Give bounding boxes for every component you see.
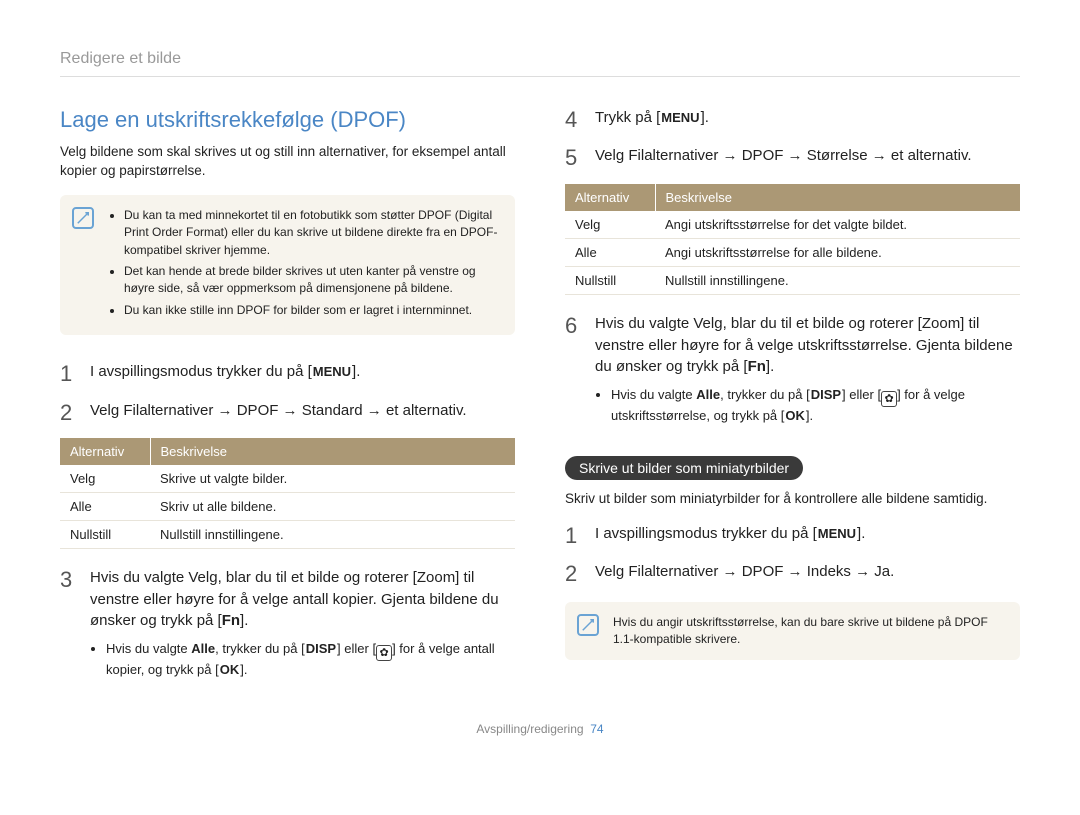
menu-badge: MENU — [312, 363, 352, 382]
step-5: 5 Velg Filalternativer → DPOF → Størrels… — [565, 145, 1020, 171]
note-item: Det kan hende at brede bilder skrives ut… — [124, 263, 501, 298]
table-row: NullstillNullstill innstillingene. — [60, 520, 515, 548]
step-text: ]. — [857, 525, 865, 542]
step-text: Velg Filalternativer → DPOF → Standard →… — [90, 400, 515, 426]
disp-badge: DISP — [810, 386, 842, 405]
sub-item: Hvis du valgte Alle, trykker du på [DISP… — [611, 386, 1020, 426]
sub-item: Hvis du valgte Alle, trykker du på [DISP… — [106, 640, 515, 680]
step-text: Hvis du valgte Velg, blar du til et bild… — [90, 569, 499, 630]
disp-badge: DISP — [305, 640, 337, 659]
footer-page: 74 — [590, 722, 603, 736]
right-column: 4 Trykk på [MENU]. 5 Velg Filalternative… — [565, 107, 1020, 696]
step-3: 3 Hvis du valgte Velg, blar du til et bi… — [60, 567, 515, 684]
menu-badge: MENU — [660, 109, 700, 128]
step-number: 3 — [60, 567, 80, 684]
step-text: Hvis du valgte Velg, blar du til et bild… — [595, 315, 1013, 376]
page-title: Lage en utskriftsrekkefølge (DPOF) — [60, 107, 515, 133]
info-note-2: Hvis du angir utskriftsstørrelse, kan du… — [565, 602, 1020, 661]
step-text: ]. — [240, 612, 248, 629]
options-table-size: Alternativ Beskrivelse VelgAngi utskrift… — [565, 184, 1020, 295]
menu-badge: MENU — [817, 525, 857, 544]
step-text: Velg Filalternativer → DPOF → Størrelse … — [595, 145, 1020, 171]
intro-text: Velg bildene som skal skrives ut og stil… — [60, 143, 515, 181]
mini-step-2: 2 Velg Filalternativer → DPOF → Indeks →… — [565, 561, 1020, 587]
macro-icon: ✿ — [376, 645, 392, 661]
table-row: AlleAngi utskriftsstørrelse for alle bil… — [565, 238, 1020, 266]
step-6: 6 Hvis du valgte Velg, blar du til et bi… — [565, 313, 1020, 430]
step-text: Trykk på [ — [595, 109, 660, 126]
table-row: VelgAngi utskriftsstørrelse for det valg… — [565, 211, 1020, 239]
content-columns: Lage en utskriftsrekkefølge (DPOF) Velg … — [60, 107, 1020, 696]
ok-badge: OK — [219, 661, 241, 680]
step-text: Velg Filalternativer → DPOF → Indeks → J… — [595, 561, 1020, 587]
pill-desc: Skriv ut bilder som miniatyrbilder for å… — [565, 490, 1020, 509]
table-row: VelgSkrive ut valgte bilder. — [60, 465, 515, 493]
left-column: Lage en utskriftsrekkefølge (DPOF) Velg … — [60, 107, 515, 696]
table-row: NullstillNullstill innstillingene. — [565, 266, 1020, 294]
table-row: AlleSkriv ut alle bildene. — [60, 492, 515, 520]
step-text: I avspillingsmodus trykker du på [ — [595, 525, 817, 542]
step-number: 2 — [565, 561, 585, 587]
step-text: ]. — [352, 363, 360, 380]
step-number: 1 — [565, 523, 585, 549]
breadcrumb: Redigere et bilde — [60, 50, 1020, 77]
th-beskrivelse: Beskrivelse — [150, 438, 515, 465]
fn-badge: Fn — [222, 612, 240, 629]
step-1: 1 I avspillingsmodus trykker du på [MENU… — [60, 361, 515, 387]
step-number: 2 — [60, 400, 80, 426]
macro-icon: ✿ — [881, 391, 897, 407]
step-text: ]. — [766, 358, 774, 375]
th-beskrivelse: Beskrivelse — [655, 184, 1020, 211]
page-footer: Avspilling/redigering 74 — [60, 722, 1020, 736]
note-item: Du kan ta med minnekortet til en fotobut… — [124, 207, 501, 259]
step-number: 1 — [60, 361, 80, 387]
step-number: 6 — [565, 313, 585, 430]
options-table-standard: Alternativ Beskrivelse VelgSkrive ut val… — [60, 438, 515, 549]
note-icon — [577, 614, 599, 636]
note-icon — [72, 207, 94, 229]
mini-step-1: 1 I avspillingsmodus trykker du på [MENU… — [565, 523, 1020, 549]
th-alternativ: Alternativ — [565, 184, 655, 211]
note-text: Hvis du angir utskriftsstørrelse, kan du… — [613, 615, 988, 646]
step-4: 4 Trykk på [MENU]. — [565, 107, 1020, 133]
fn-badge: Fn — [748, 358, 766, 375]
step-2: 2 Velg Filalternativer → DPOF → Standard… — [60, 400, 515, 426]
subsection-pill: Skrive ut bilder som miniatyrbilder — [565, 456, 803, 480]
step-number: 5 — [565, 145, 585, 171]
step-text: ]. — [701, 109, 709, 126]
note-item: Du kan ikke stille inn DPOF for bilder s… — [124, 302, 501, 319]
step-text: I avspillingsmodus trykker du på [ — [90, 363, 312, 380]
th-alternativ: Alternativ — [60, 438, 150, 465]
step-number: 4 — [565, 107, 585, 133]
info-note: Du kan ta med minnekortet til en fotobut… — [60, 195, 515, 335]
footer-section: Avspilling/redigering — [476, 722, 583, 736]
ok-badge: OK — [784, 407, 806, 426]
